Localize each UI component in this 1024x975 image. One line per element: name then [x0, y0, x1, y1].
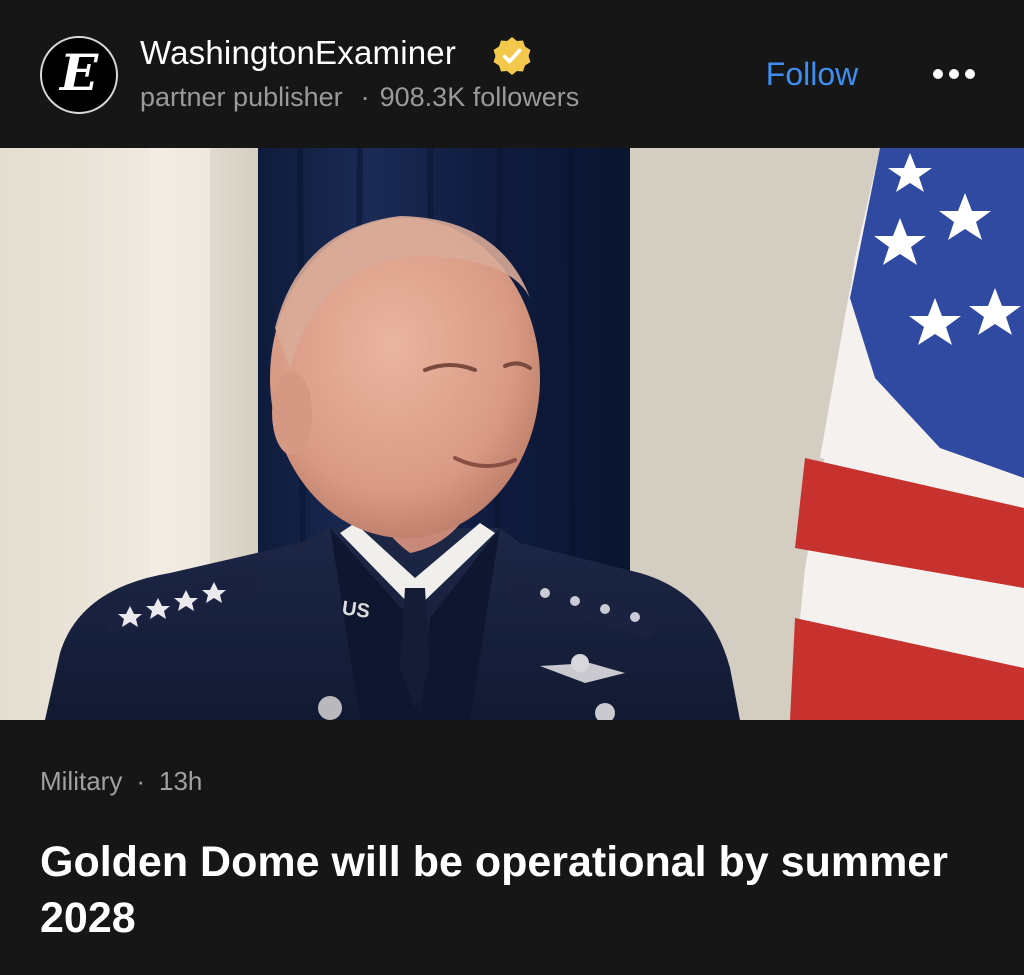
article-meta: Military · 13h [40, 766, 202, 797]
publisher-role: partner publisher [140, 82, 343, 112]
publisher-logo[interactable]: E [40, 36, 118, 114]
post-header: E WashingtonExaminer partner publisher · 9… [0, 0, 1024, 148]
subline-separator: · [360, 82, 370, 112]
follower-count: 908.3K followers [379, 82, 580, 112]
more-horizontal-icon [933, 69, 975, 79]
publisher-subline: partner publisher · 908.3K followers [140, 82, 579, 113]
shoulder-insignia: US [341, 597, 372, 623]
article-age: 13h [159, 766, 203, 796]
publisher-name[interactable]: WashingtonExaminer [140, 34, 456, 72]
article-category[interactable]: Military [40, 766, 122, 796]
follow-button[interactable]: Follow [744, 52, 880, 96]
more-options-button[interactable] [922, 58, 986, 90]
article-headline[interactable]: Golden Dome will be operational by summe… [40, 834, 980, 946]
meta-separator: · [136, 766, 146, 796]
verified-badge-icon [493, 37, 531, 75]
hero-photo: US [0, 148, 1024, 720]
publisher-logo-letter: E [59, 43, 99, 102]
article-hero-image[interactable]: US [0, 148, 1024, 720]
